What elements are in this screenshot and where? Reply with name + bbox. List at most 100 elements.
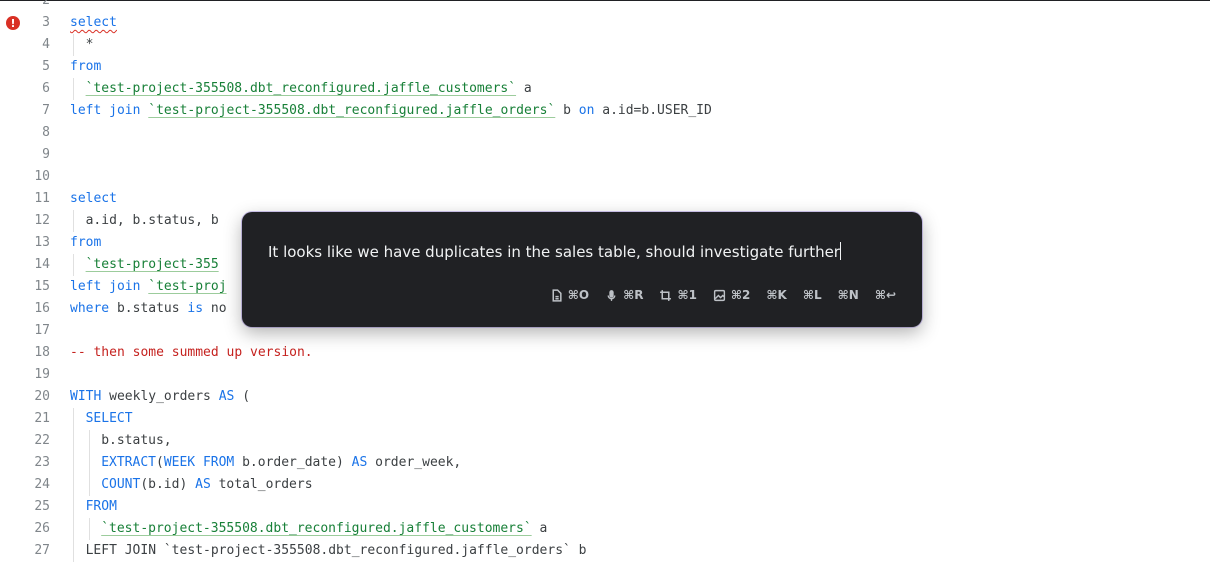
indent-guide bbox=[73, 474, 74, 496]
code-line[interactable]: 2 bbox=[0, 0, 1210, 12]
shortcut-label: ⌘L bbox=[802, 288, 822, 302]
line-number: 17 bbox=[34, 323, 50, 338]
ai-prompt-popup[interactable]: It looks like we have duplicates in the … bbox=[242, 212, 922, 327]
code-text: select bbox=[70, 12, 117, 34]
indent-guide bbox=[73, 430, 74, 452]
code-token: ( bbox=[155, 455, 164, 470]
code-line[interactable]: 25 FROM bbox=[0, 496, 1210, 518]
code-text: `test-project-355 bbox=[86, 254, 219, 276]
code-line[interactable]: 11 select bbox=[0, 188, 1210, 210]
shortcut-button[interactable]: ⌘↩ bbox=[875, 288, 896, 302]
line-number: 8 bbox=[42, 125, 50, 140]
shortcut-label: ⌘O bbox=[567, 288, 590, 302]
code-token: where bbox=[70, 301, 110, 316]
code-text: where b.status is no bbox=[70, 298, 227, 320]
shortcut-button[interactable]: ⌘1 bbox=[659, 288, 697, 302]
code-token: LEFT JOIN `test-project-355508.dbt_recon… bbox=[85, 543, 587, 558]
code-token: ( bbox=[234, 389, 251, 404]
line-number: 24 bbox=[34, 477, 50, 492]
microphone-icon bbox=[605, 289, 618, 302]
code-token: EXTRACT bbox=[101, 455, 156, 470]
code-text: select bbox=[70, 188, 117, 210]
code-token: `test-project-355508.dbt_reconfigured.ja… bbox=[101, 521, 532, 536]
shortcut-label: ⌘K bbox=[766, 288, 787, 302]
code-line[interactable]: 20 WITH weekly_orders AS ( bbox=[0, 386, 1210, 408]
line-number: 26 bbox=[34, 521, 50, 536]
line-number: 9 bbox=[42, 147, 50, 162]
code-token: FROM bbox=[202, 455, 235, 470]
indent-guide bbox=[73, 34, 74, 56]
indent-guide bbox=[88, 518, 90, 540]
line-number: 5 bbox=[42, 59, 50, 74]
code-text: `test-project-355508.dbt_reconfigured.ja… bbox=[86, 78, 532, 100]
line-number: 4 bbox=[42, 37, 50, 52]
code-token: `test-project-355 bbox=[85, 257, 219, 272]
code-token: -- then some summed up version. bbox=[70, 345, 313, 360]
code-token: a bbox=[516, 81, 532, 96]
code-line[interactable]: 5 from bbox=[0, 56, 1210, 78]
line-number: 6 bbox=[42, 81, 50, 96]
code-line[interactable]: 8 bbox=[0, 122, 1210, 144]
shortcut-bar: ⌘O ⌘R ⌘1 ⌘2 ⌘K ⌘L ⌘N ⌘↩ bbox=[550, 288, 896, 302]
code-text: b.status, bbox=[101, 430, 171, 452]
code-token: `test-proj bbox=[148, 279, 227, 294]
code-line[interactable]: 9 bbox=[0, 144, 1210, 166]
code-line[interactable]: 26 `test-project-355508.dbt_reconfigured.… bbox=[0, 518, 1210, 540]
code-line[interactable]: 22 b.status, bbox=[0, 430, 1210, 452]
code-token: b bbox=[555, 103, 579, 118]
indent-guide bbox=[88, 430, 90, 452]
code-token: select bbox=[70, 15, 117, 30]
code-line[interactable]: 6 `test-project-355508.dbt_reconfigured.j… bbox=[0, 78, 1210, 100]
shortcut-label: ⌘2 bbox=[730, 288, 751, 302]
shortcut-button[interactable]: ⌘O bbox=[550, 288, 589, 302]
code-line[interactable]: 19 bbox=[0, 364, 1210, 386]
line-number: 13 bbox=[34, 235, 50, 250]
code-token: left join bbox=[70, 103, 141, 118]
indent-guide bbox=[73, 408, 74, 430]
code-line[interactable]: 21 SELECT bbox=[0, 408, 1210, 430]
code-text: left join `test-project-355508.dbt_recon… bbox=[70, 100, 712, 122]
code-token: * bbox=[85, 37, 94, 52]
code-token: WEEK bbox=[163, 455, 196, 470]
code-line[interactable]: 24 COUNT(b.id) AS total_orders bbox=[0, 474, 1210, 496]
indent-guide bbox=[73, 78, 74, 100]
code-line[interactable]: 3 select! bbox=[0, 12, 1210, 34]
shortcut-button[interactable]: ⌘K bbox=[766, 288, 786, 302]
code-text: `test-project-355508.dbt_reconfigured.ja… bbox=[101, 518, 547, 540]
shortcut-label: ⌘N bbox=[837, 288, 859, 302]
code-line[interactable]: 18 -- then some summed up version. bbox=[0, 342, 1210, 364]
shortcut-button[interactable]: ⌘L bbox=[803, 288, 822, 302]
shortcut-button[interactable]: ⌘2 bbox=[713, 288, 750, 302]
code-line[interactable]: 23 EXTRACT(WEEK FROM b.order_date) AS ord… bbox=[0, 452, 1210, 474]
line-number: 12 bbox=[34, 213, 50, 228]
line-number: 7 bbox=[42, 103, 50, 118]
shortcut-button[interactable]: ⌘N bbox=[838, 288, 859, 302]
code-line[interactable]: 27 LEFT JOIN `test-project-355508.dbt_rec… bbox=[0, 540, 1210, 562]
code-token: total_orders bbox=[210, 477, 313, 492]
line-number: 11 bbox=[34, 191, 50, 206]
code-token: on bbox=[578, 103, 595, 118]
code-text: COUNT(b.id) AS total_orders bbox=[101, 474, 312, 496]
line-number: 18 bbox=[34, 345, 50, 360]
code-line[interactable]: 4 * bbox=[0, 34, 1210, 56]
code-token: select bbox=[70, 191, 117, 206]
code-token: WITH bbox=[70, 389, 102, 404]
prompt-input[interactable]: It looks like we have duplicates in the … bbox=[268, 242, 902, 261]
code-text: LEFT JOIN `test-project-355508.dbt_recon… bbox=[86, 540, 587, 562]
line-number: 27 bbox=[34, 543, 50, 558]
shortcut-button[interactable]: ⌘R bbox=[605, 288, 643, 302]
line-number: 23 bbox=[34, 455, 50, 470]
indent-guide bbox=[73, 254, 74, 276]
code-token: from bbox=[70, 59, 102, 74]
code-token: `test-project-355508.dbt_reconfigured.ja… bbox=[148, 103, 556, 118]
code-text: WITH weekly_orders AS ( bbox=[70, 386, 250, 408]
code-line[interactable]: 7 left join `test-project-355508.dbt_reco… bbox=[0, 100, 1210, 122]
code-token: order_week, bbox=[367, 455, 462, 470]
line-number: 25 bbox=[34, 499, 50, 514]
code-text: from bbox=[70, 56, 101, 78]
code-line[interactable]: 10 bbox=[0, 166, 1210, 188]
error-marker-icon[interactable]: ! bbox=[6, 16, 20, 30]
code-token: SELECT bbox=[85, 411, 133, 426]
line-number: 15 bbox=[34, 279, 50, 294]
